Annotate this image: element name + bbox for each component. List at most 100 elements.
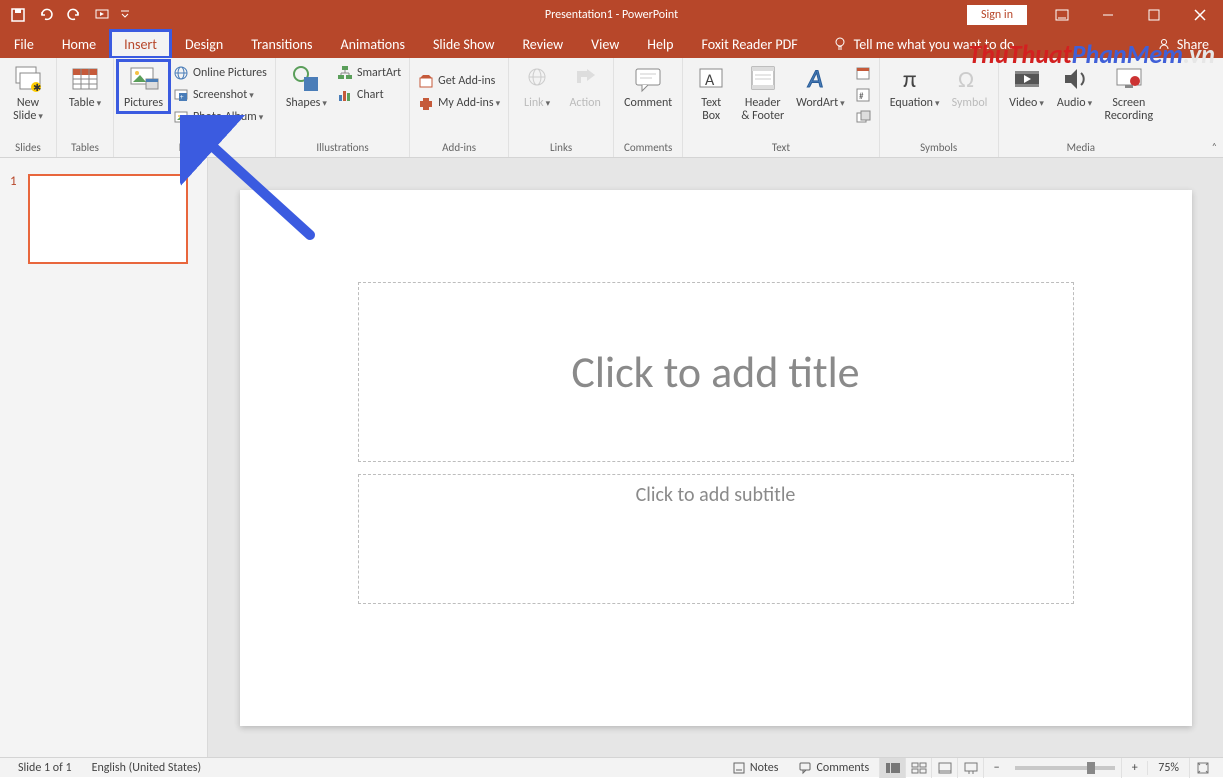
fit-to-window-icon[interactable] bbox=[1189, 758, 1215, 778]
slide-number-icon: # bbox=[855, 87, 871, 103]
normal-view-icon[interactable] bbox=[879, 758, 905, 778]
group-slides: ✱ New Slide Slides bbox=[0, 58, 57, 157]
slideshow-view-icon[interactable] bbox=[957, 758, 983, 778]
collapse-ribbon-icon[interactable]: ˄ bbox=[1212, 140, 1217, 153]
qat-customize-icon[interactable] bbox=[118, 3, 132, 27]
get-addins-button[interactable]: Get Add-ins bbox=[414, 71, 504, 91]
date-time-button[interactable] bbox=[851, 63, 875, 83]
video-icon bbox=[1011, 63, 1043, 95]
video-label: Video bbox=[1009, 97, 1044, 110]
svg-text:#: # bbox=[859, 91, 864, 102]
minimize-icon[interactable] bbox=[1085, 0, 1131, 30]
tab-slideshow[interactable]: Slide Show bbox=[419, 30, 508, 58]
thumbnail-item[interactable]: 1 bbox=[10, 174, 197, 264]
screenshot-button[interactable]: + Screenshot bbox=[169, 85, 271, 105]
table-button[interactable]: Table bbox=[61, 61, 109, 112]
thumbnail-preview[interactable] bbox=[28, 174, 188, 264]
comments-icon bbox=[798, 761, 812, 775]
online-pictures-label: Online Pictures bbox=[193, 66, 267, 80]
header-footer-icon bbox=[747, 63, 779, 95]
chart-label: Chart bbox=[357, 88, 384, 102]
equation-icon: π bbox=[899, 63, 931, 95]
comments-button[interactable]: Comments bbox=[788, 761, 879, 775]
smartart-label: SmartArt bbox=[357, 66, 401, 80]
action-label: Action bbox=[569, 97, 600, 110]
slide-count-label[interactable]: Slide 1 of 1 bbox=[8, 761, 82, 775]
zoom-in-button[interactable]: + bbox=[1121, 758, 1147, 778]
group-slides-label: Slides bbox=[4, 139, 52, 157]
save-icon[interactable] bbox=[6, 3, 30, 27]
tab-insert[interactable]: Insert bbox=[110, 30, 171, 58]
symbol-button[interactable]: Ω Symbol bbox=[946, 61, 994, 112]
subtitle-placeholder[interactable]: Click to add subtitle bbox=[358, 474, 1074, 604]
video-button[interactable]: Video bbox=[1003, 61, 1051, 112]
language-label[interactable]: English (United States) bbox=[82, 761, 212, 775]
wordart-button[interactable]: A WordArt bbox=[790, 61, 851, 112]
zoom-slider-thumb[interactable] bbox=[1087, 762, 1095, 774]
tab-help[interactable]: Help bbox=[633, 30, 687, 58]
link-button[interactable]: Link bbox=[513, 61, 561, 112]
shapes-icon bbox=[290, 63, 322, 95]
audio-button[interactable]: Audio bbox=[1051, 61, 1099, 112]
shapes-button[interactable]: Shapes bbox=[280, 61, 333, 112]
screen-recording-button[interactable]: Screen Recording bbox=[1099, 61, 1160, 125]
group-media-label: Media bbox=[1003, 139, 1160, 157]
text-box-button[interactable]: A Text Box bbox=[687, 61, 735, 125]
start-from-beginning-icon[interactable] bbox=[90, 3, 114, 27]
slide-canvas[interactable]: Click to add title Click to add subtitle bbox=[240, 190, 1192, 726]
pictures-label: Pictures bbox=[124, 97, 163, 110]
tell-me-search[interactable]: Tell me what you want to do bbox=[832, 30, 1015, 58]
comment-label: Comment bbox=[624, 97, 672, 110]
share-button[interactable]: Share bbox=[1143, 30, 1223, 58]
slide-number-button[interactable]: # bbox=[851, 85, 875, 105]
tab-transitions[interactable]: Transitions bbox=[237, 30, 326, 58]
tab-file[interactable]: File bbox=[0, 30, 48, 58]
comment-button[interactable]: Comment bbox=[618, 61, 678, 112]
tab-foxit[interactable]: Foxit Reader PDF bbox=[687, 30, 811, 58]
chart-button[interactable]: Chart bbox=[333, 85, 405, 105]
zoom-level-label[interactable]: 75% bbox=[1147, 761, 1189, 775]
zoom-slider[interactable] bbox=[1015, 766, 1115, 770]
share-label: Share bbox=[1177, 36, 1209, 53]
share-icon bbox=[1157, 37, 1171, 51]
online-pictures-button[interactable]: Online Pictures bbox=[169, 63, 271, 83]
equation-button[interactable]: π Equation bbox=[884, 61, 946, 112]
sign-in-button[interactable]: Sign in bbox=[967, 5, 1027, 25]
pictures-button[interactable]: Pictures bbox=[118, 61, 169, 112]
screenshot-label: Screenshot bbox=[193, 88, 254, 102]
zoom-out-button[interactable]: − bbox=[983, 758, 1009, 778]
photo-album-label: Photo Album bbox=[193, 110, 263, 124]
reading-view-icon[interactable] bbox=[931, 758, 957, 778]
tab-view[interactable]: View bbox=[577, 30, 633, 58]
my-addins-button[interactable]: My Add-ins bbox=[414, 93, 504, 113]
notes-button[interactable]: Notes bbox=[722, 761, 789, 775]
undo-icon[interactable] bbox=[34, 3, 58, 27]
close-icon[interactable] bbox=[1177, 0, 1223, 30]
group-illustrations: Shapes SmartArt Chart Illustrations bbox=[276, 58, 410, 157]
get-addins-label: Get Add-ins bbox=[438, 74, 495, 88]
screenshot-icon: + bbox=[173, 87, 189, 103]
slide-thumbnails-pane[interactable]: 1 bbox=[0, 158, 208, 757]
symbol-icon: Ω bbox=[954, 63, 986, 95]
new-slide-button[interactable]: ✱ New Slide bbox=[4, 61, 52, 125]
tab-review[interactable]: Review bbox=[508, 30, 577, 58]
group-media: Video Audio Screen Recording Media bbox=[999, 58, 1164, 157]
header-footer-button[interactable]: Header & Footer bbox=[735, 61, 790, 125]
photo-album-button[interactable]: Photo Album bbox=[169, 107, 271, 127]
smartart-button[interactable]: SmartArt bbox=[333, 63, 405, 83]
object-button[interactable] bbox=[851, 107, 875, 127]
svg-text:✱: ✱ bbox=[33, 81, 41, 94]
group-symbols: π Equation Ω Symbol Symbols bbox=[880, 58, 999, 157]
maximize-icon[interactable] bbox=[1131, 0, 1177, 30]
svg-text:A: A bbox=[705, 71, 715, 90]
slide-edit-pane[interactable]: Click to add title Click to add subtitle bbox=[208, 158, 1223, 757]
main-area: 1 Click to add title Click to add subtit… bbox=[0, 158, 1223, 757]
slide-sorter-view-icon[interactable] bbox=[905, 758, 931, 778]
action-button[interactable]: Action bbox=[561, 61, 609, 112]
title-placeholder[interactable]: Click to add title bbox=[358, 282, 1074, 462]
ribbon-display-options-icon[interactable] bbox=[1039, 0, 1085, 30]
tab-design[interactable]: Design bbox=[171, 30, 237, 58]
tab-animations[interactable]: Animations bbox=[327, 30, 419, 58]
redo-icon[interactable] bbox=[62, 3, 86, 27]
tab-home[interactable]: Home bbox=[48, 30, 110, 58]
